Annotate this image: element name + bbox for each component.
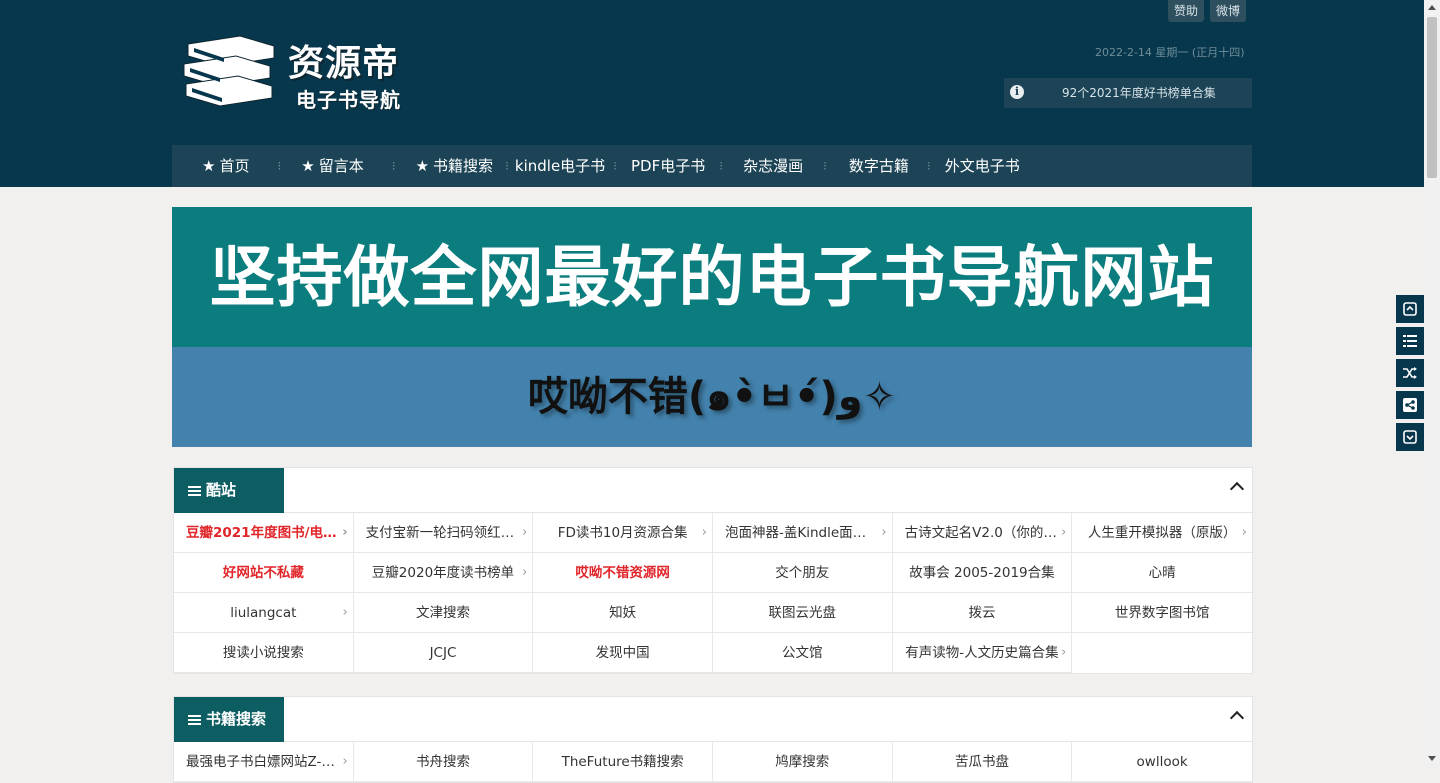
nav-separator: ⁝ (277, 159, 282, 173)
link-grid: 最强电子书白嫖网站Z-Library书舟搜索TheFuture书籍搜索鸠摩搜索苦… (174, 742, 1252, 782)
notice-bar[interactable]: i 92个2021年度好书榜单合集 (1004, 78, 1252, 108)
nav-item-pdf[interactable]: PDF电子书 (631, 145, 705, 187)
down-icon[interactable] (1396, 423, 1424, 451)
star-icon: ★ (202, 157, 216, 175)
nav-item-foreign-books[interactable]: 外文电子书 (945, 145, 1020, 187)
scrollbar[interactable] (1424, 0, 1440, 766)
link-item[interactable]: 心晴 (1072, 553, 1252, 593)
link-item[interactable]: 最强电子书白嫖网站Z-Library (174, 742, 354, 782)
section-tab: 酷站 (174, 468, 284, 513)
logo-title: 资源帝 (288, 42, 400, 84)
link-item[interactable]: 鸠摩搜索 (712, 742, 893, 782)
link-item[interactable]: 拨云 (892, 593, 1073, 633)
section-book-search: 书籍搜索 最强电子书白嫖网站Z-Library书舟搜索TheFuture书籍搜索… (173, 696, 1253, 783)
link-item[interactable]: 好网站不私藏 (174, 553, 354, 593)
date-display: 2022-2-14 星期一 (正月十四) (1095, 46, 1245, 59)
sponsor-link[interactable]: 赞助 (1168, 0, 1205, 22)
chevron-up-icon[interactable] (1229, 481, 1245, 497)
link-item[interactable]: 古诗文起名V2.0（你的名字） (892, 513, 1073, 553)
menu-icon (188, 484, 201, 498)
scrollbar-thumb[interactable] (1427, 17, 1437, 178)
link-item[interactable]: 泡面神器-盖Kindle面，颜值更高 (712, 513, 893, 553)
link-item[interactable]: JCJC (353, 633, 534, 673)
link-item[interactable]: 豆瓣2020年度读书榜单 (353, 553, 534, 593)
nav-item-ancient-books[interactable]: 数字古籍 (849, 145, 909, 187)
section-header: 酷站 (174, 468, 1252, 513)
weibo-link[interactable]: 微博 (1210, 0, 1247, 22)
hero-banner[interactable]: 坚持做全网最好的电子书导航网站 哎呦不错(๑•̀ㅂ•́)و✧ (172, 207, 1252, 447)
nav-label: 书籍搜索 (433, 157, 494, 175)
link-item[interactable]: 人生重开模拟器（原版） (1072, 513, 1252, 553)
nav-separator: ⁝ (719, 159, 724, 173)
link-item[interactable]: 书舟搜索 (353, 742, 534, 782)
nav-label: 留言本 (318, 157, 364, 175)
section-title: 酷站 (206, 481, 237, 499)
link-item[interactable]: 哎呦不错资源网 (533, 553, 713, 593)
nav-item-magazines[interactable]: 杂志漫画 (743, 145, 803, 187)
side-toolbar (1396, 295, 1424, 455)
link-item[interactable]: 文津搜索 (353, 593, 534, 633)
banner-tagline: 哎呦不错(๑•̀ㅂ•́)و✧ (172, 347, 1252, 447)
shuffle-icon[interactable] (1396, 359, 1424, 387)
home-icon[interactable] (1396, 295, 1424, 323)
nav-label: 首页 (219, 157, 250, 175)
nav-label: 数字古籍 (848, 157, 909, 175)
link-item[interactable]: 公文馆 (712, 633, 893, 673)
nav-label: 外文电子书 (944, 157, 1020, 175)
nav-separator: ⁝ (505, 159, 509, 173)
site-logo[interactable]: 资源帝 电子书导航 (180, 32, 420, 112)
link-item[interactable]: 有声读物-人文历史篇合集 (892, 633, 1073, 673)
notice-text[interactable]: 92个2021年度好书榜单合集 (1062, 78, 1216, 108)
link-item[interactable]: 知妖 (533, 593, 713, 633)
scroll-down-arrow-icon[interactable] (1428, 756, 1436, 761)
share-icon[interactable] (1396, 391, 1424, 419)
nav-item-home[interactable]: ★ 首页 (202, 145, 249, 187)
nav-label: kindle电子书 (514, 157, 606, 175)
scroll-up-arrow-icon[interactable] (1428, 5, 1436, 10)
nav-separator: ⁝ (391, 159, 396, 173)
section-header: 书籍搜索 (174, 697, 1252, 742)
nav-item-guestbook[interactable]: ★ 留言本 (301, 145, 363, 187)
section-tab: 书籍搜索 (174, 697, 284, 742)
link-item[interactable]: 苦瓜书盘 (892, 742, 1073, 782)
main-nav: ★ 首页 ⁝ ★ 留言本 ⁝ ★ 书籍搜索 ⁝ kindle电子书 ⁝ PDF电… (172, 145, 1252, 187)
nav-label: 杂志漫画 (743, 157, 804, 175)
section-cool-sites: 酷站 豆瓣2021年度图书/电影榜单支付宝新一轮扫码领红包活动FD读书10月资源… (173, 467, 1253, 674)
link-item[interactable]: 故事会 2005-2019合集 (892, 553, 1073, 593)
star-icon: ★ (415, 157, 430, 175)
menu-icon (188, 713, 201, 727)
link-item[interactable]: FD读书10月资源合集 (533, 513, 713, 553)
nav-item-kindle[interactable]: kindle电子书 (515, 145, 605, 187)
link-item[interactable]: TheFuture书籍搜索 (533, 742, 713, 782)
info-icon: i (1010, 85, 1024, 99)
nav-item-book-search[interactable]: ★ 书籍搜索 (416, 145, 493, 187)
section-title: 书籍搜索 (206, 710, 267, 728)
link-item[interactable]: 豆瓣2021年度图书/电影榜单 (174, 513, 354, 553)
link-item[interactable]: 支付宝新一轮扫码领红包活动 (353, 513, 534, 553)
list-icon[interactable] (1396, 327, 1424, 355)
top-links: 赞助 微博 (1168, 0, 1247, 22)
link-item[interactable]: 世界数字图书馆 (1072, 593, 1252, 633)
link-item[interactable]: 联图云光盘 (712, 593, 893, 633)
link-item[interactable]: 发现中国 (533, 633, 713, 673)
link-item[interactable]: 交个朋友 (712, 553, 893, 593)
link-grid: 豆瓣2021年度图书/电影榜单支付宝新一轮扫码领红包活动FD读书10月资源合集泡… (174, 513, 1252, 673)
nav-label: PDF电子书 (631, 157, 706, 175)
banner-headline: 坚持做全网最好的电子书导航网站 (172, 207, 1252, 347)
link-item[interactable]: owllook (1072, 742, 1252, 782)
site-header: 赞助 微博 资源帝 电子书导航 2022-2-14 星期一 (正月十四) i 9… (0, 0, 1424, 187)
books-stack-icon (183, 35, 275, 107)
chevron-up-icon[interactable] (1229, 710, 1245, 726)
logo-subtitle: 电子书导航 (296, 88, 401, 112)
link-item[interactable]: liulangcat (174, 593, 354, 633)
star-icon: ★ (301, 157, 315, 175)
link-item[interactable]: 搜读小说搜索 (174, 633, 354, 673)
nav-separator: ⁝ (823, 159, 827, 173)
nav-separator: ⁝ (926, 159, 931, 173)
nav-separator: ⁝ (613, 159, 617, 173)
